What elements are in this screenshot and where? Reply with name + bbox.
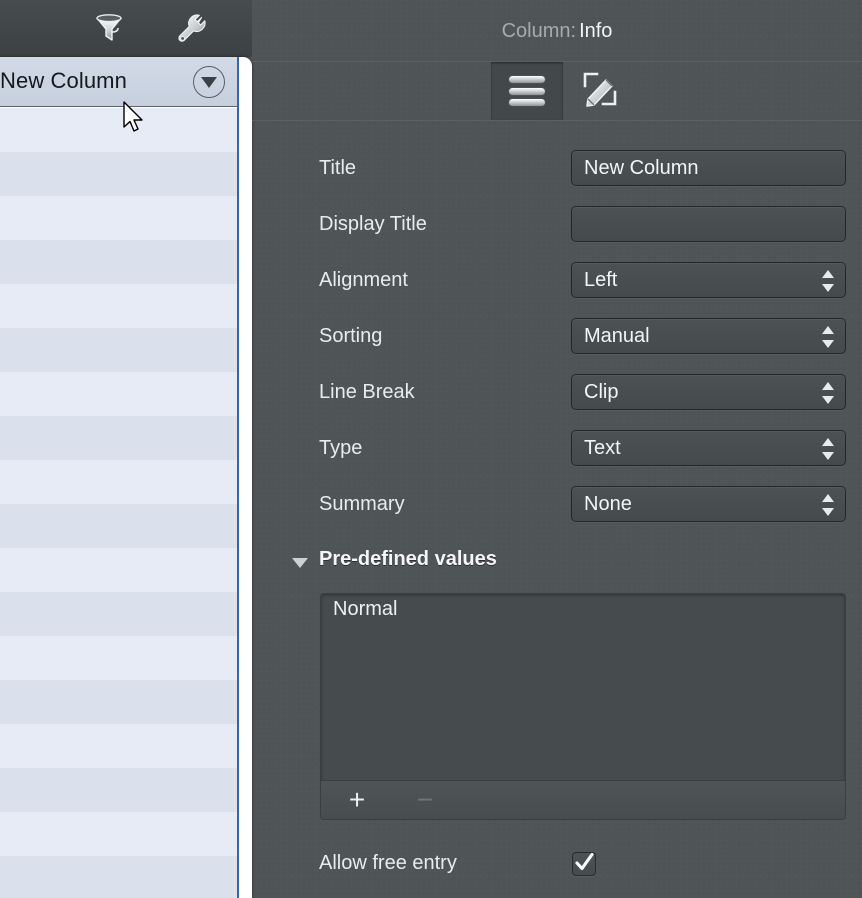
table-row[interactable] [0,108,237,152]
field-value: Left [584,269,618,291]
table-row[interactable] [0,240,237,284]
table-row[interactable] [0,768,237,812]
remove-value-button[interactable]: − [397,781,453,818]
field-label: Summary [319,493,405,515]
list-rows-bar [508,98,546,107]
form-row: Title New Column [252,150,862,188]
select-stepper-icon[interactable] [822,270,835,292]
form-row: Summary None [252,486,862,524]
field-value: Clip [584,381,619,403]
field-value: Text [584,437,621,459]
inspector-title-prefix: Column: [501,20,577,42]
field-label: Line Break [319,381,415,403]
table-row[interactable] [0,372,237,416]
inspector-pane: Column: Info Title New Column Display Ti… [252,0,862,898]
form-row: Type Text [252,430,862,468]
form-row: Line Break Clip [252,374,862,412]
predefined-value-item[interactable]: Normal [321,594,845,624]
add-value-button[interactable]: + [329,781,385,818]
predefined-values-box: Normal + − [320,593,846,820]
stepper-up-glyph [822,438,834,446]
stepper-down-glyph [822,284,834,292]
field-label: Sorting [319,325,383,347]
table-row[interactable] [0,328,237,372]
table-row[interactable] [0,680,237,724]
stepper-down-glyph [822,508,834,516]
chevron-down-glyph [201,76,217,88]
form-row: Display Title [252,206,862,244]
select-stepper-icon[interactable] [822,326,835,348]
list-rows-bar [508,75,546,84]
form-row: Sorting Manual [252,318,862,356]
allow-free-entry-row: Allow free entry [252,847,862,885]
wrench-icon[interactable] [170,8,214,50]
select-stepper-icon[interactable] [822,382,835,404]
select-control[interactable]: Manual [571,318,846,354]
table-row[interactable] [0,416,237,460]
table-row[interactable] [0,636,237,680]
table-row[interactable] [0,724,237,768]
form-row: Alignment Left [252,262,862,300]
tab-edit-view[interactable] [564,62,636,120]
text-input[interactable]: New Column [571,150,846,186]
select-control[interactable]: None [571,486,846,522]
table-row[interactable] [0,460,237,504]
field-label: Type [319,437,363,459]
inspector-tab-bar [252,61,862,121]
stepper-up-glyph [822,494,834,502]
field-label: Alignment [319,269,408,291]
table-row[interactable] [0,548,237,592]
stepper-up-glyph [822,382,834,390]
allow-free-entry-checkbox[interactable] [572,852,596,876]
table-row[interactable] [0,152,237,196]
predefined-values-label: Pre-defined values [319,548,497,570]
predefined-values-disclosure[interactable]: Pre-defined values [252,545,862,579]
pencil-edit-icon [581,70,619,113]
column-header[interactable]: New Column [0,57,237,107]
table-row[interactable] [0,196,237,240]
stepper-down-glyph [822,452,834,460]
table-card: New Column [0,57,252,898]
filter-funnel-icon[interactable] [87,8,131,50]
select-stepper-icon[interactable] [822,438,835,460]
left-toolbar [0,0,252,57]
select-control[interactable]: Text [571,430,846,466]
predefined-values-toolbar: + − [321,780,845,819]
select-stepper-icon[interactable] [822,494,835,516]
stepper-up-glyph [822,326,834,334]
stepper-down-glyph [822,340,834,348]
column-header-title: New Column [0,68,127,93]
field-label: Title [319,157,357,179]
checkmark-icon [575,852,594,871]
stepper-up-glyph [822,270,834,278]
allow-free-entry-label: Allow free entry [319,852,457,874]
text-input[interactable] [571,206,846,242]
list-rows-icon [508,73,546,110]
table-row[interactable] [0,504,237,548]
chevron-down-circle-icon[interactable] [193,66,225,98]
field-value: New Column [584,157,699,179]
list-rows-bar [508,86,546,96]
field-value: None [584,493,632,515]
stepper-down-glyph [822,396,834,404]
table-row[interactable] [0,856,237,898]
tab-list-view[interactable] [491,62,563,120]
field-value: Manual [584,325,650,347]
data-table: New Column [0,57,239,898]
field-label: Display Title [319,213,427,235]
table-pane: New Column [0,0,252,898]
predefined-values-list[interactable]: Normal [321,594,845,781]
table-row[interactable] [0,812,237,856]
select-control[interactable]: Clip [571,374,846,410]
table-row-list[interactable] [0,108,237,898]
table-row[interactable] [0,284,237,328]
inspector-window: New Column Column: Info Title New Column… [0,0,862,898]
disclosure-triangle-icon[interactable] [292,558,308,568]
table-row[interactable] [0,592,237,636]
inspector-title: Column: Info [252,20,862,43]
inspector-title-value: Info [579,20,613,42]
select-control[interactable]: Left [571,262,846,298]
